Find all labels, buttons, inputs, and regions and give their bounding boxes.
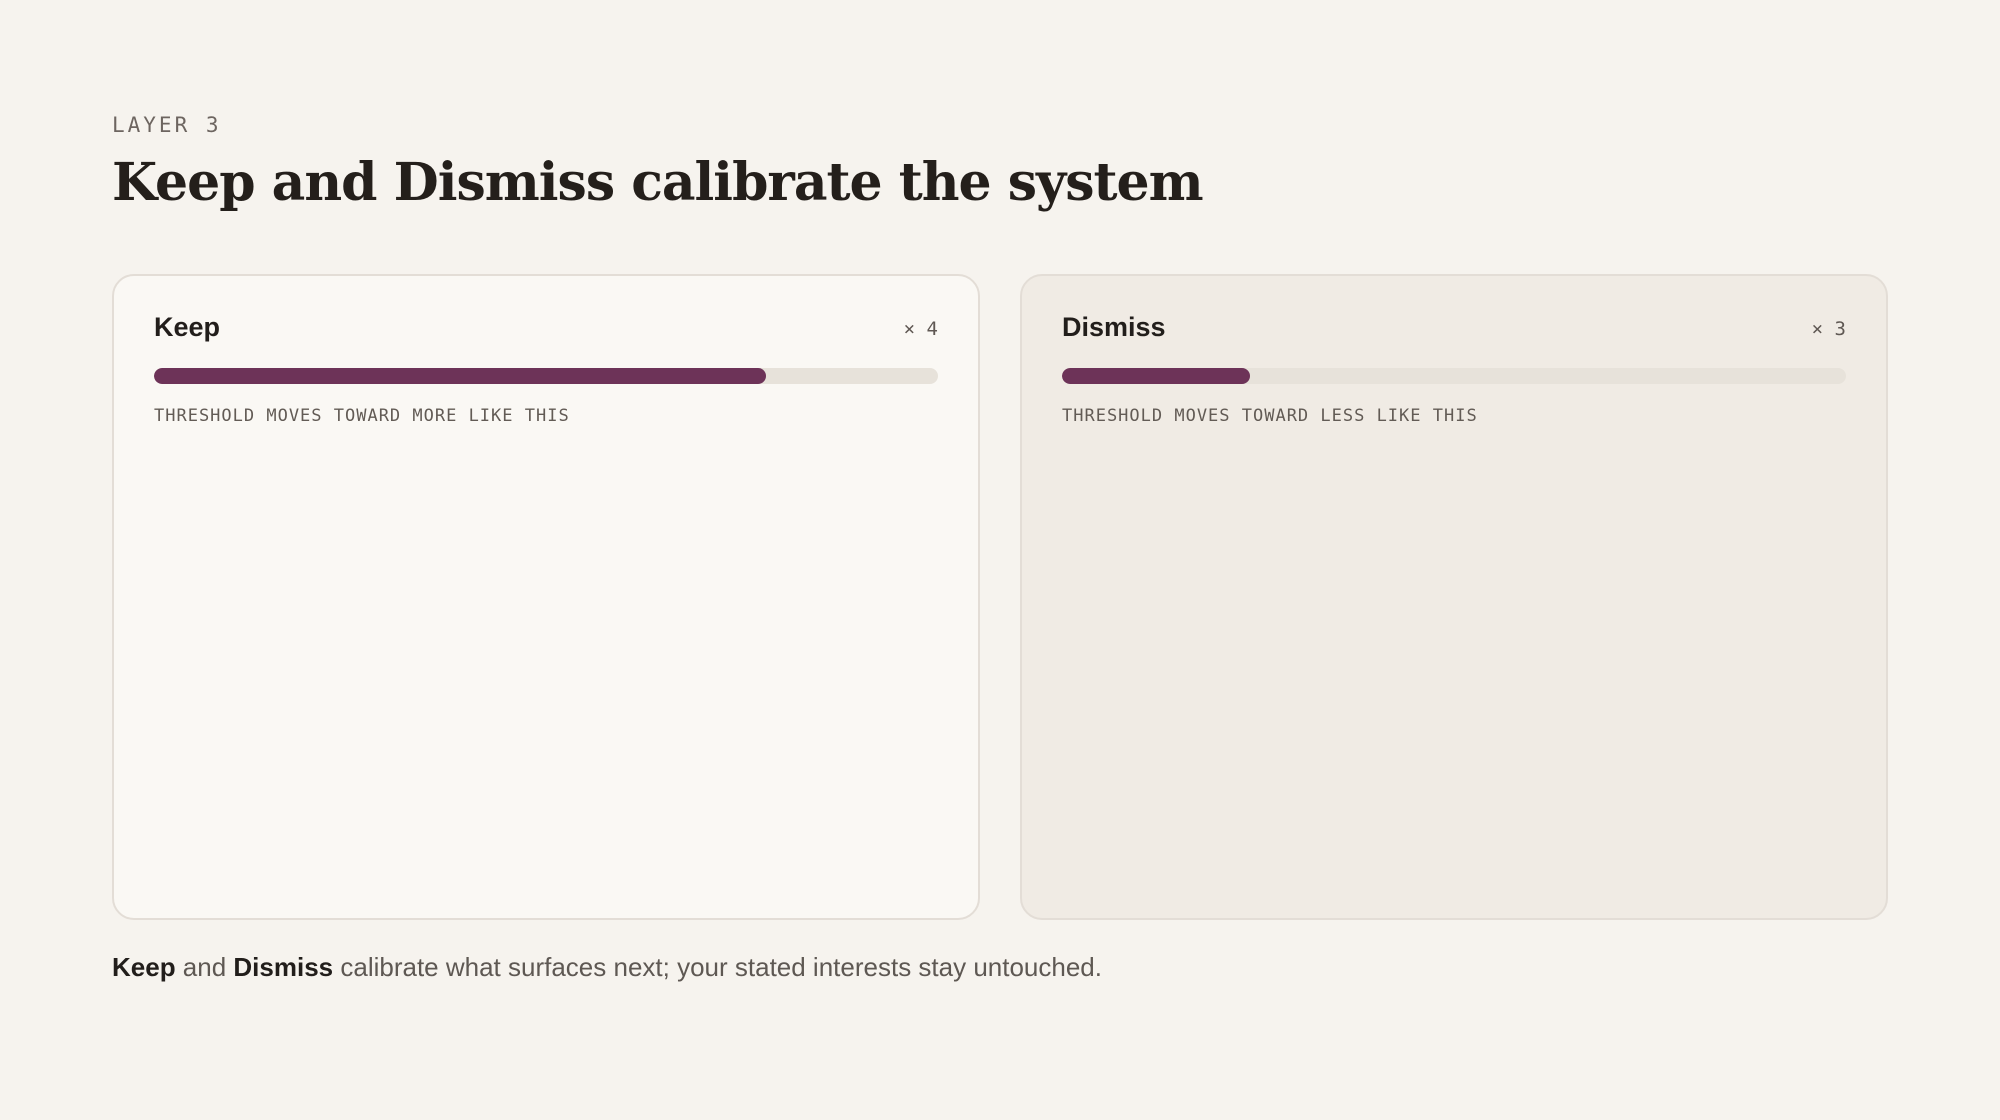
footnote-and: and — [175, 952, 234, 982]
footnote-keep: Keep — [112, 952, 176, 982]
dismiss-card: Dismiss × 3 THRESHOLD MOVES TOWARD LESS … — [1020, 274, 1888, 920]
dismiss-card-caption: THRESHOLD MOVES TOWARD LESS LIKE THIS — [1062, 406, 1478, 426]
keep-card: Keep × 4 THRESHOLD MOVES TOWARD MORE LIK… — [112, 274, 980, 920]
keep-progress-fill — [154, 368, 766, 384]
dismiss-progress-fill — [1062, 368, 1251, 384]
footnote: Keep and Dismiss calibrate what surfaces… — [112, 952, 1102, 983]
keep-card-title: Keep — [154, 312, 221, 342]
page-title: Keep and Dismiss calibrate the system — [112, 152, 1204, 213]
footnote-rest: calibrate what surfaces next; your state… — [333, 952, 1102, 982]
section-eyebrow: LAYER 3 — [112, 113, 222, 137]
keep-card-caption: THRESHOLD MOVES TOWARD MORE LIKE THIS — [154, 406, 570, 426]
keep-progress-track — [154, 368, 938, 384]
footnote-dismiss: Dismiss — [233, 952, 334, 982]
keep-count-badge: × 4 — [903, 318, 938, 340]
dismiss-card-title: Dismiss — [1062, 312, 1166, 342]
dismiss-progress-track — [1062, 368, 1846, 384]
dismiss-count-badge: × 3 — [1811, 318, 1846, 340]
